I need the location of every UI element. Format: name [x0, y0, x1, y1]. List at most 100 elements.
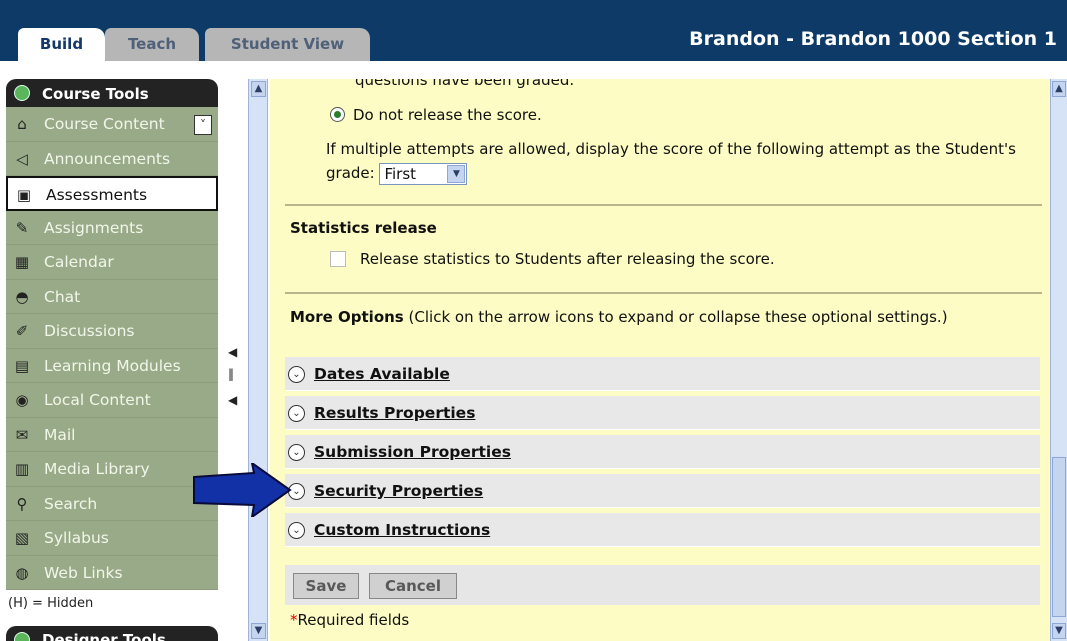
sidebar-item-label: Assessments: [46, 186, 148, 204]
sidebar-item-announcements[interactable]: ◁ Announcements: [6, 141, 218, 176]
media-library-icon: ▥: [14, 460, 30, 478]
local-content-icon: ◉: [15, 391, 29, 409]
sidebar-item-label: Discussions: [44, 322, 135, 340]
sidebar-item-label: Chat: [44, 287, 81, 306]
mail-icon: ✉: [15, 425, 29, 444]
option-submission-properties[interactable]: ⌄ Submission Properties: [285, 435, 1040, 469]
more-options-hint: (Click on the arrow icons to expand or c…: [408, 308, 948, 326]
collapse-arrow-icon: ◀: [228, 393, 238, 407]
sidebar-item-learning-modules[interactable]: ▤ Learning Modules: [6, 348, 218, 383]
save-button[interactable]: Save: [293, 573, 359, 599]
tools-list: ⌂ Course Content ˅ ◁ Announcements ▣ Ass…: [6, 107, 218, 590]
chevron-down-icon[interactable]: ▼: [447, 164, 466, 183]
option-link[interactable]: Security Properties: [314, 482, 483, 500]
divider: [285, 204, 1042, 206]
house-icon: ⌂: [17, 115, 27, 133]
select-value: First: [384, 164, 417, 183]
required-text: Required fields: [297, 611, 410, 629]
collapse-toggle-icon[interactable]: [14, 632, 30, 641]
calendar-icon: ▦: [14, 253, 30, 271]
course-title: Brandon - Brandon 1000 Section 1: [689, 28, 1057, 50]
sidebar-item-course-content[interactable]: ⌂ Course Content ˅: [6, 107, 218, 142]
course-tools-sidebar: Course Tools ⌂ Course Content ˅ ◁ Announ…: [0, 61, 248, 641]
sidebar-item-assignments[interactable]: ✎ Assignments: [6, 210, 218, 245]
sidebar-item-media-library[interactable]: ▥ Media Library: [6, 452, 218, 487]
sidebar-item-label: Syllabus: [44, 529, 109, 547]
sidebar-item-discussions[interactable]: ✐ Discussions: [6, 314, 218, 349]
assignment-icon: ✎: [15, 218, 29, 237]
expand-icon[interactable]: ⌄: [288, 405, 305, 422]
assessment-settings-panel: questions have been graded. Do not relea…: [270, 79, 1050, 641]
collapse-arrow-icon: ◀: [228, 345, 238, 359]
statistics-release-title: Statistics release: [290, 219, 437, 237]
module-icon: ▤: [14, 356, 30, 375]
hidden-legend: (H) = Hidden: [8, 596, 94, 611]
sidebar-item-assessments[interactable]: ▣ Assessments: [6, 176, 218, 211]
option-link[interactable]: Custom Instructions: [314, 521, 490, 539]
collapse-toggle-icon[interactable]: [14, 85, 30, 101]
sidebar-item-search[interactable]: ⚲ Search: [6, 486, 218, 521]
drag-handle-icon: ‖: [228, 367, 234, 381]
top-header: Build Teach Student View Brandon - Brand…: [0, 0, 1067, 61]
radio-label: Do not release the score.: [353, 106, 542, 124]
megaphone-icon: ◁: [16, 149, 28, 168]
chevron-down-icon[interactable]: ˅: [194, 115, 212, 135]
more-options-title: More Options: [290, 308, 404, 326]
tab-build[interactable]: Build: [18, 28, 105, 61]
expand-icon[interactable]: ⌄: [288, 366, 305, 383]
sidebar-item-label: Web Links: [44, 563, 123, 582]
content-scrollbar[interactable]: ▲ ▼: [1050, 79, 1067, 641]
partial-text: questions have been graded.: [355, 79, 575, 89]
radio-button[interactable]: [330, 107, 345, 122]
multiple-attempts-setting: If multiple attempts are allowed, displa…: [326, 137, 1041, 185]
scroll-up-icon[interactable]: ▲: [1052, 81, 1066, 97]
designer-tools-title: Designer Tools: [42, 631, 166, 641]
more-options-header: More Options (Click on the arrow icons t…: [290, 307, 1030, 327]
sidebar-item-label: Search: [44, 494, 98, 513]
option-custom-instructions[interactable]: ⌄ Custom Instructions: [285, 513, 1040, 547]
pointer-arrow-icon: [193, 463, 292, 517]
release-statistics-checkbox[interactable]: [330, 251, 346, 267]
tab-student-view[interactable]: Student View: [205, 28, 370, 61]
sidebar-item-mail[interactable]: ✉ Mail: [6, 417, 218, 452]
expand-icon[interactable]: ⌄: [288, 522, 305, 539]
scroll-up-icon[interactable]: ▲: [251, 81, 266, 97]
web-links-icon: ◍: [15, 563, 29, 582]
expand-icon[interactable]: ⌄: [288, 444, 305, 461]
sidebar-item-calendar[interactable]: ▦ Calendar: [6, 245, 218, 280]
discussion-icon: ✐: [15, 322, 29, 340]
option-dates-available[interactable]: ⌄ Dates Available: [285, 357, 1040, 391]
option-security-properties[interactable]: ⌄ Security Properties: [285, 474, 1040, 508]
required-star: *: [290, 611, 298, 629]
sidebar-item-label: Mail: [44, 425, 76, 444]
option-link[interactable]: Submission Properties: [314, 443, 511, 461]
option-link[interactable]: Dates Available: [314, 365, 450, 383]
tab-teach[interactable]: Teach: [105, 28, 199, 61]
scroll-thumb[interactable]: [1052, 457, 1066, 617]
sidebar-scrollbar[interactable]: ▲ ▼: [248, 79, 268, 641]
checkbox-label: Release statistics to Students after rel…: [360, 250, 775, 268]
sidebar-item-label: Learning Modules: [44, 356, 181, 375]
chat-icon: ◓: [15, 287, 29, 306]
sidebar-item-syllabus[interactable]: ▧ Syllabus: [6, 521, 218, 556]
option-link[interactable]: Results Properties: [314, 404, 475, 422]
cancel-button[interactable]: Cancel: [369, 573, 457, 599]
divider: [285, 292, 1042, 294]
scroll-down-icon[interactable]: ▼: [251, 623, 266, 639]
attempt-grade-select[interactable]: First ▼: [379, 162, 468, 185]
sidebar-collapse-handle[interactable]: ◀ ‖ ◀: [226, 345, 240, 415]
sidebar-item-chat[interactable]: ◓ Chat: [6, 279, 218, 314]
assessment-icon: ▣: [16, 186, 32, 204]
option-results-properties[interactable]: ⌄ Results Properties: [285, 396, 1040, 430]
sidebar-item-local-content[interactable]: ◉ Local Content: [6, 383, 218, 418]
syllabus-icon: ▧: [14, 529, 30, 547]
release-statistics-option[interactable]: Release statistics to Students after rel…: [330, 250, 775, 268]
course-tools-header[interactable]: Course Tools: [6, 79, 218, 107]
search-icon: ⚲: [16, 494, 28, 513]
sidebar-item-label: Calendar: [44, 253, 114, 271]
designer-tools-header[interactable]: Designer Tools: [6, 626, 218, 641]
release-score-option[interactable]: Do not release the score.: [330, 106, 542, 124]
sidebar-item-web-links[interactable]: ◍ Web Links: [6, 555, 218, 590]
course-tools-title: Course Tools: [42, 85, 149, 103]
scroll-down-icon[interactable]: ▼: [1052, 623, 1066, 639]
